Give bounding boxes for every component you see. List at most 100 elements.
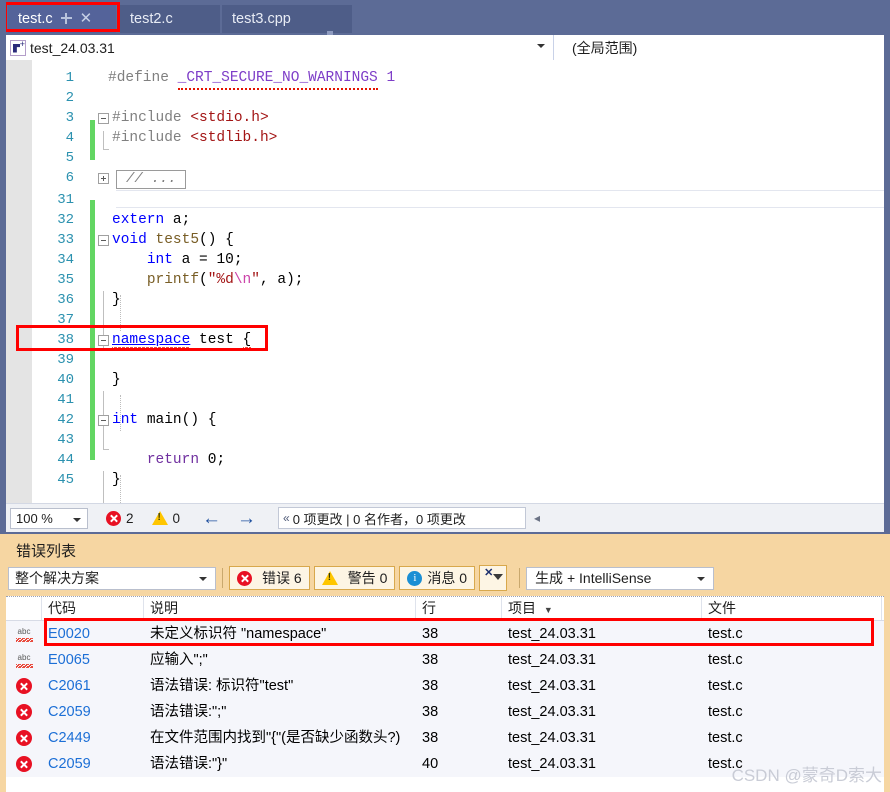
header-description[interactable]: 说明: [144, 597, 416, 620]
project-scope-dropdown[interactable]: test_24.03.31: [6, 35, 554, 60]
row-icon: [6, 673, 42, 699]
table-row[interactable]: abc E0065 应输入";" 38 test_24.03.31 test.c: [6, 647, 884, 673]
chevron-down-icon[interactable]: [73, 517, 81, 522]
sort-desc-icon: ▼: [543, 605, 553, 615]
clear-filter-icon: ✕: [484, 567, 494, 579]
tab-label: test3.cpp: [232, 11, 291, 27]
line-number: 43: [57, 432, 74, 448]
line-content: int a = 10;: [146, 252, 243, 268]
line-content: return 0;: [146, 452, 226, 468]
line-number: 37: [57, 312, 74, 328]
scope-filter-dropdown[interactable]: 整个解决方案: [8, 566, 216, 590]
code-editor[interactable]: 1 #define _CRT_SECURE_NO_WARNINGS 1 2 3 …: [6, 60, 884, 503]
chevron-left-icon[interactable]: ◂: [534, 511, 540, 525]
header-file[interactable]: 文件: [702, 597, 882, 620]
member-scope-dropdown[interactable]: (全局范围): [554, 35, 884, 60]
info-circle-icon: [407, 570, 423, 586]
line-number: 34: [57, 252, 74, 268]
class-scope-icon: [10, 39, 26, 56]
error-circle-icon: [16, 704, 32, 720]
row-code[interactable]: C2449: [42, 725, 144, 751]
code-line: 32 extern a;: [32, 210, 884, 230]
line-number: 5: [65, 150, 74, 166]
error-circle-icon: [106, 510, 121, 526]
line-content: #include <stdlib.h>: [112, 130, 278, 146]
tab-test3-cpp[interactable]: test3.cpp: [222, 5, 352, 33]
project-scope-label: test_24.03.31: [30, 39, 115, 56]
line-content: void test5() {: [112, 232, 234, 248]
code-line: 37: [32, 310, 884, 330]
line-number: 40: [57, 372, 74, 388]
status-error-count[interactable]: 2: [106, 510, 134, 526]
table-row[interactable]: abc E0020 未定义标识符 "namespace" 38 test_24.…: [6, 621, 884, 647]
chevron-down-icon[interactable]: [199, 576, 207, 581]
toggle-warnings-button[interactable]: 警告 0: [313, 566, 396, 590]
editor-left-margin: [6, 60, 32, 503]
line-number: 32: [57, 212, 74, 228]
header-icon[interactable]: [6, 597, 42, 620]
row-code[interactable]: C2059: [42, 751, 144, 777]
fold-expand-icon[interactable]: [98, 173, 109, 184]
status-warning-count[interactable]: 0: [151, 511, 180, 526]
build-filter-dropdown[interactable]: 生成 + IntelliSense: [526, 566, 715, 590]
row-icon: abc: [6, 647, 42, 673]
table-row[interactable]: C2059 语法错误:";" 38 test_24.03.31 test.c: [6, 699, 884, 725]
row-description: 应输入";": [150, 652, 208, 668]
table-row[interactable]: C2061 语法错误: 标识符"test" 38 test_24.03.31 t…: [6, 673, 884, 699]
tab-test2-c[interactable]: test2.c: [120, 5, 220, 33]
row-code[interactable]: C2059: [42, 699, 144, 725]
error-circle-icon: [16, 678, 32, 694]
code-line: 33 void test5() {: [32, 230, 884, 250]
editor-tab-bar: test.c ✕ test2.c test3.cpp: [0, 0, 890, 33]
fold-collapse-icon[interactable]: [98, 415, 109, 426]
header-code[interactable]: 代码: [42, 597, 144, 620]
row-code[interactable]: E0020: [42, 621, 144, 647]
intellisense-squiggle-icon: abc: [15, 627, 33, 642]
git-changes-indicator[interactable]: « 0 项更改 | 0 名作者，0 项更改: [278, 507, 527, 529]
code-text-area[interactable]: 1 #define _CRT_SECURE_NO_WARNINGS 1 2 3 …: [32, 60, 884, 503]
fold-collapse-icon[interactable]: [98, 235, 109, 246]
fold-collapse-icon[interactable]: [98, 113, 109, 124]
row-code[interactable]: E0065: [42, 647, 144, 673]
collapsed-region-placeholder[interactable]: // ...: [116, 170, 187, 189]
line-number: 38: [57, 332, 74, 348]
arrow-left-icon[interactable]: ←: [202, 509, 221, 528]
member-scope-label: (全局范围): [572, 39, 638, 56]
pin-icon[interactable]: [60, 12, 72, 25]
fold-collapse-icon[interactable]: [98, 335, 109, 346]
header-project[interactable]: 项目 ▼: [502, 597, 702, 620]
line-content: }: [112, 472, 121, 488]
chevron-down-icon[interactable]: [537, 44, 545, 48]
row-description: 语法错误:"}": [150, 756, 228, 772]
row-description: 在文件范围内找到"{"(是否缺少函数头?): [150, 730, 401, 746]
arrow-right-icon[interactable]: →: [237, 509, 256, 528]
error-circle-icon: [16, 730, 32, 746]
row-code[interactable]: C2061: [42, 673, 144, 699]
code-line-collapsed: 6 // ...: [32, 168, 884, 190]
code-line: 31: [32, 190, 884, 210]
code-line: 45 }: [32, 470, 884, 490]
row-file: test.c: [708, 730, 743, 746]
row-line: 38: [422, 652, 439, 668]
tab-label: test2.c: [130, 11, 173, 27]
toggle-messages-button[interactable]: 消息 0: [399, 566, 476, 590]
chevron-down-icon[interactable]: [697, 576, 706, 581]
clear-filter-button[interactable]: ✕: [479, 565, 508, 591]
code-line: 3 #include <stdio.h>: [32, 108, 884, 128]
toggle-warnings-label: 警告 0: [347, 570, 388, 586]
row-line: 38: [422, 678, 439, 694]
line-content: extern a;: [112, 212, 191, 228]
window-right-edge: [884, 33, 890, 534]
zoom-level-dropdown[interactable]: 100 %: [10, 507, 88, 529]
table-row[interactable]: C2449 在文件范围内找到"{"(是否缺少函数头?) 38 test_24.0…: [6, 725, 884, 751]
tab-test-c[interactable]: test.c ✕: [8, 5, 116, 33]
zoom-level-label: 100 %: [16, 510, 53, 526]
row-description: 语法错误: 标识符"test": [150, 678, 294, 694]
code-line: 39: [32, 350, 884, 370]
row-icon: [6, 751, 42, 777]
toggle-errors-button[interactable]: 错误 6: [229, 566, 310, 590]
close-icon[interactable]: ✕: [80, 11, 93, 26]
line-number: 3: [65, 110, 74, 126]
header-line[interactable]: 行: [416, 597, 502, 620]
chevron-left-icon: «: [283, 511, 290, 525]
